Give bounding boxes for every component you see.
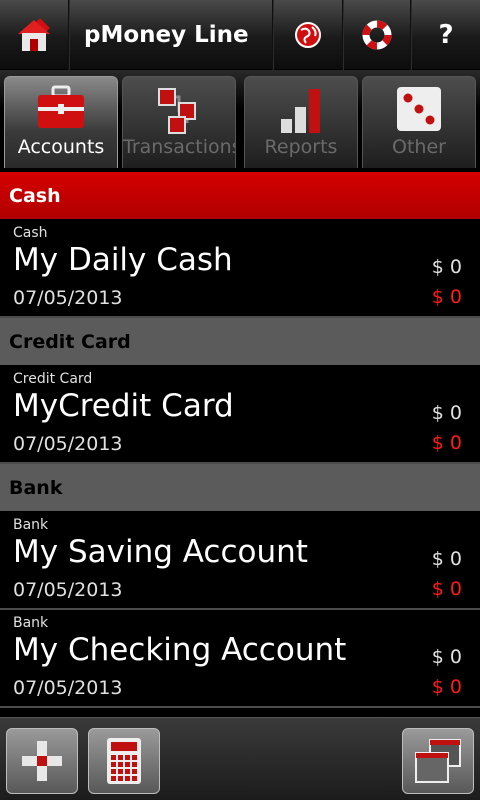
- window-switch-button[interactable]: [402, 728, 474, 794]
- help-button[interactable]: ?: [412, 0, 480, 70]
- account-balance: $ 0: [431, 548, 462, 570]
- home-button[interactable]: [0, 0, 68, 70]
- home-icon: [18, 18, 50, 51]
- add-account-button[interactable]: [6, 728, 78, 794]
- dice-icon: [397, 87, 441, 131]
- globe-icon: [295, 22, 321, 48]
- lifebuoy-icon: [362, 20, 392, 50]
- account-row-daily-cash[interactable]: Cash My Daily Cash 07/05/2013 $ 0 $ 0: [0, 220, 480, 318]
- support-button[interactable]: [344, 0, 410, 70]
- tab-transactions[interactable]: Transactions: [122, 76, 236, 168]
- account-row-saving[interactable]: Bank My Saving Account 07/05/2013 $ 0 $ …: [0, 512, 480, 610]
- help-icon: ?: [438, 20, 454, 50]
- account-type: Bank: [13, 615, 49, 631]
- section-header-credit-card: Credit Card: [0, 318, 480, 366]
- account-balance-secondary: $ 0: [431, 432, 462, 454]
- account-name: My Daily Cash: [13, 242, 233, 278]
- tab-bar: Accounts Transactions Reports Other: [0, 70, 480, 168]
- tab-other-label: Other: [392, 136, 446, 158]
- account-balance-secondary: $ 0: [431, 578, 462, 600]
- add-icon: [22, 741, 62, 781]
- calculator-button[interactable]: [88, 728, 160, 794]
- app-title: pMoney Line: [84, 22, 249, 48]
- bottom-toolbar: [0, 717, 480, 800]
- account-date: 07/05/2013: [13, 287, 123, 309]
- briefcase-icon: [38, 85, 84, 128]
- account-date: 07/05/2013: [13, 579, 123, 601]
- tab-transactions-label: Transactions: [123, 136, 236, 158]
- tab-reports-label: Reports: [264, 136, 338, 158]
- account-balance: $ 0: [431, 256, 462, 278]
- account-balance: $ 0: [431, 402, 462, 424]
- bar-chart-icon: [281, 89, 320, 133]
- section-header-cash: Cash: [0, 172, 480, 220]
- account-type: Cash: [13, 225, 48, 241]
- tab-other[interactable]: Other: [362, 76, 476, 168]
- tab-accounts-label: Accounts: [17, 136, 105, 158]
- title-bar: pMoney Line ?: [0, 0, 480, 70]
- account-balance: $ 0: [431, 646, 462, 668]
- account-row-checking[interactable]: Bank My Checking Account 07/05/2013 $ 0 …: [0, 610, 480, 708]
- globe-button[interactable]: [274, 0, 342, 70]
- account-balance-secondary: $ 0: [431, 286, 462, 308]
- window-switch-icon: [415, 739, 461, 783]
- calculator-icon: [107, 738, 141, 784]
- account-row-credit-card[interactable]: Credit Card MyCredit Card 07/05/2013 $ 0…: [0, 366, 480, 464]
- account-date: 07/05/2013: [13, 433, 123, 455]
- account-type: Bank: [13, 517, 49, 533]
- account-name: My Checking Account: [13, 632, 347, 668]
- tab-reports[interactable]: Reports: [244, 76, 358, 168]
- account-name: MyCredit Card: [13, 388, 234, 424]
- account-list[interactable]: Cash Cash My Daily Cash 07/05/2013 $ 0 $…: [0, 172, 480, 717]
- account-date: 07/05/2013: [13, 677, 123, 699]
- account-type: Credit Card: [13, 371, 93, 387]
- tab-accounts[interactable]: Accounts: [4, 76, 118, 168]
- account-name: My Saving Account: [13, 534, 308, 570]
- section-header-bank: Bank: [0, 464, 480, 512]
- account-balance-secondary: $ 0: [431, 676, 462, 698]
- transactions-icon: [158, 88, 196, 134]
